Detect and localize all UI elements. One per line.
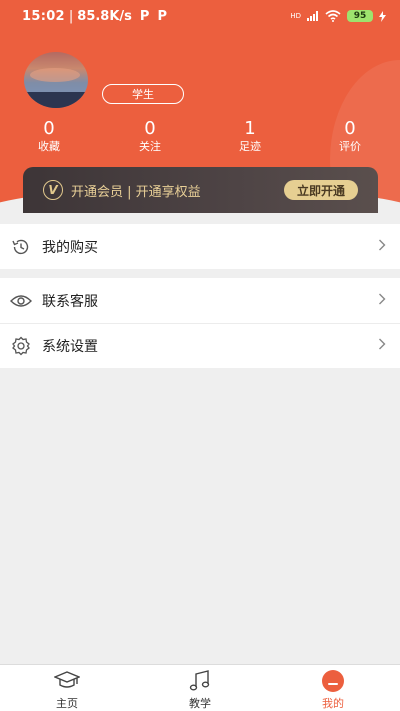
tab-mine[interactable]: 我的 bbox=[266, 669, 400, 711]
avatar-cloud bbox=[30, 68, 80, 82]
chevron-right-icon bbox=[378, 338, 386, 354]
charging-icon bbox=[379, 10, 386, 22]
battery-indicator: 95 bbox=[347, 10, 373, 22]
stat-reviews-label: 评价 bbox=[339, 140, 361, 153]
stats-row: 0 收藏 0 关注 1 足迹 0 评价 bbox=[0, 118, 400, 158]
menu-label-support: 联系客服 bbox=[42, 293, 98, 310]
stat-favorites-label: 收藏 bbox=[38, 140, 60, 153]
status-time: 15:02 bbox=[22, 8, 65, 24]
history-icon bbox=[10, 236, 32, 258]
eye-icon bbox=[10, 290, 32, 312]
bottom-tab-bar: 主页 教学 我的 bbox=[0, 664, 400, 711]
avatar[interactable] bbox=[24, 52, 88, 108]
graduation-cap-icon bbox=[54, 669, 80, 693]
stat-following-label: 关注 bbox=[139, 140, 161, 153]
network-speed: 85.8K/s bbox=[77, 8, 132, 24]
menu-item-purchases[interactable]: 我的购买 bbox=[0, 224, 400, 269]
profile-icon bbox=[320, 669, 346, 693]
stat-favorites-value: 0 bbox=[43, 118, 55, 139]
role-badge: 学生 bbox=[102, 84, 184, 104]
gear-icon bbox=[10, 335, 32, 357]
vip-open-button[interactable]: 立即开通 bbox=[284, 180, 358, 200]
vip-icon: V bbox=[43, 180, 63, 200]
menu-group-service: 联系客服 系统设置 bbox=[0, 278, 400, 368]
stat-following[interactable]: 0 关注 bbox=[110, 118, 190, 154]
chevron-right-icon bbox=[378, 293, 386, 309]
menu-label-settings: 系统设置 bbox=[42, 339, 98, 355]
tab-home[interactable]: 主页 bbox=[0, 669, 134, 711]
status-separator: | bbox=[68, 8, 74, 24]
tab-teaching[interactable]: 教学 bbox=[133, 669, 267, 711]
vip-text: 开通会员 | 开通享权益 bbox=[71, 184, 201, 200]
profile-icon-shape bbox=[322, 670, 344, 692]
avatar-ground bbox=[24, 92, 88, 108]
wifi-icon bbox=[325, 10, 341, 22]
stat-history-value: 1 bbox=[244, 118, 256, 139]
menu-group-purchases: 我的购买 bbox=[0, 224, 400, 269]
signal-icon bbox=[307, 11, 318, 21]
app-badge-2: P bbox=[157, 8, 167, 24]
stat-favorites[interactable]: 0 收藏 bbox=[9, 118, 89, 154]
menu-label-purchases: 我的购买 bbox=[42, 239, 98, 256]
tab-teaching-label: 教学 bbox=[189, 697, 211, 710]
stat-reviews[interactable]: 0 评价 bbox=[310, 118, 390, 154]
menu-item-settings[interactable]: 系统设置 bbox=[0, 323, 400, 368]
vip-banner[interactable]: V 开通会员 | 开通享权益 立即开通 bbox=[23, 167, 378, 213]
app-badge-1: P bbox=[139, 8, 150, 24]
tab-mine-label: 我的 bbox=[322, 697, 344, 710]
stat-reviews-value: 0 bbox=[344, 118, 356, 139]
music-note-icon bbox=[187, 669, 213, 693]
signal-label: HD bbox=[290, 12, 301, 20]
status-bar: 15:02 | 85.8K/s P P HD 95 bbox=[0, 0, 400, 32]
menu-item-support[interactable]: 联系客服 bbox=[0, 278, 400, 323]
stat-history-label: 足迹 bbox=[239, 140, 261, 153]
stat-history[interactable]: 1 足迹 bbox=[210, 118, 290, 154]
stat-following-value: 0 bbox=[144, 118, 156, 139]
tab-home-label: 主页 bbox=[56, 697, 78, 710]
chevron-right-icon bbox=[378, 239, 386, 255]
